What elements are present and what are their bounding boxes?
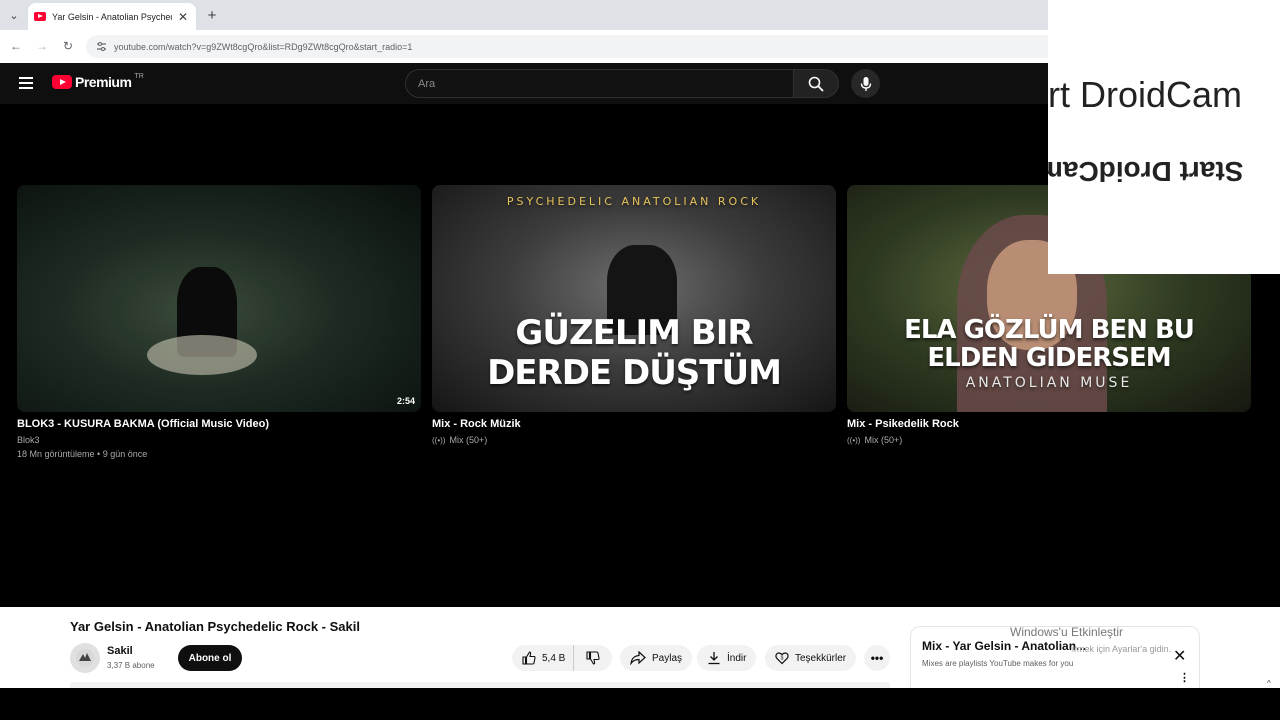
video-info-section: Yar Gelsin - Anatolian Psychedelic Rock … [0, 607, 1280, 688]
logo-text: Premium [75, 74, 132, 90]
reload-icon: ↻ [62, 39, 74, 53]
mix-meta-text: Mix (50+) [449, 435, 488, 445]
windows-activation-title: Windows'u Etkinleştir [1010, 625, 1123, 639]
download-icon [708, 652, 720, 665]
thumbnail-caption: PSYCHEDELIC ANATOLIAN ROCK [506, 195, 762, 208]
suggestion-card[interactable]: PSYCHEDELIC ANATOLIAN ROCK GÜZELIM BIR D… [432, 185, 836, 445]
like-dislike-group: 5,4 B [512, 645, 612, 671]
tab-search-button[interactable]: ⌄ [4, 5, 24, 25]
droidcam-overlay: art DroidCam Start DroidCam [1048, 0, 1280, 274]
video-title: Yar Gelsin - Anatolian Psychedelic Rock … [70, 619, 360, 634]
mix-title[interactable]: Mix - Psikedelik Rock [847, 418, 1251, 430]
search-box [405, 69, 794, 98]
like-count: 5,4 B [542, 652, 566, 664]
mix-panel-subtitle: Mixes are playlists YouTube makes for yo… [922, 659, 1074, 668]
search-icon [808, 76, 824, 91]
share-icon [630, 651, 646, 665]
thumbnail-text-line-2: DERDE DÜŞTÜM [487, 353, 782, 393]
super-thanks-icon: $ [775, 652, 789, 665]
browser-toolbar: ← → ↻ youtube.com/watch?v=g9ZWt8cgQro&li… [0, 30, 1048, 63]
arrow-right-icon: → [36, 39, 48, 53]
video-thumbnail[interactable]: 2:54 [17, 185, 421, 412]
screen: ⌄ Yar Gelsin - Anatolian Psychede ✕ + ← … [0, 0, 1280, 720]
new-tab-button[interactable]: + [203, 6, 221, 24]
download-button[interactable]: İndir [697, 645, 757, 671]
broadcast-icon: ((•)) [847, 435, 861, 445]
thumbs-down-icon [586, 651, 600, 665]
search-input[interactable] [418, 77, 793, 90]
broadcast-icon: ((•)) [432, 435, 446, 445]
video-duration: 2:54 [396, 396, 415, 406]
channel-name[interactable]: Blok3 [17, 435, 421, 445]
thanks-label: Teşekkürler [795, 652, 847, 664]
plus-icon: + [207, 6, 217, 24]
more-horizontal-icon: ••• [870, 651, 884, 665]
browser-tab-active[interactable]: Yar Gelsin - Anatolian Psychede ✕ [28, 3, 196, 30]
youtube-header: Premium TR [0, 63, 1048, 104]
caret-up-icon: ^ [1267, 679, 1271, 688]
thumbs-up-icon [522, 651, 536, 665]
back-button[interactable]: ← [8, 38, 24, 54]
youtube-favicon-icon [34, 12, 46, 21]
suggestion-card[interactable]: 2:54 BLOK3 - KUSURA BAKMA (Official Musi… [17, 185, 421, 459]
avatar-logo-icon [76, 649, 94, 667]
mix-meta: ((•)) Mix (50+) [847, 435, 1251, 445]
share-button[interactable]: Paylaş [620, 645, 693, 671]
url-text: youtube.com/watch?v=g9ZWt8cgQro&list=RDg… [114, 41, 413, 52]
site-info-icon[interactable] [96, 41, 108, 53]
channel-name[interactable]: Sakil [107, 645, 133, 657]
forward-button[interactable]: → [34, 38, 50, 54]
logo-country-code: TR [134, 72, 144, 80]
browser-window-chrome: ⌄ Yar Gelsin - Anatolian Psychede ✕ + ← … [0, 0, 1048, 63]
mix-thumbnail[interactable]: PSYCHEDELIC ANATOLIAN ROCK GÜZELIM BIR D… [432, 185, 836, 412]
droidcam-mirrored-text: Start DroidCam [1048, 156, 1244, 187]
droidcam-text: art DroidCam [1048, 74, 1243, 115]
youtube-play-icon [52, 75, 72, 89]
arrow-left-icon: ← [10, 39, 22, 53]
tab-title: Yar Gelsin - Anatolian Psychede [52, 11, 172, 22]
video-meta: 18 Mn görüntüleme • 9 gün önce [17, 449, 148, 459]
close-icon[interactable]: ✕ [176, 10, 190, 24]
more-vertical-icon[interactable]: ⋮ [1179, 671, 1190, 684]
youtube-premium-logo[interactable]: Premium TR [52, 72, 144, 90]
thumbnail-text-line-1: ELA GÖZLÜM BEN BU [904, 315, 1195, 345]
close-icon[interactable]: ✕ [1173, 646, 1186, 666]
like-button[interactable]: 5,4 B [512, 645, 574, 671]
subscribe-button[interactable]: Abone ol [178, 645, 242, 671]
share-label: Paylaş [652, 652, 683, 664]
more-actions-button[interactable]: ••• [864, 645, 890, 671]
svg-text:$: $ [781, 656, 784, 662]
menu-icon[interactable] [19, 77, 33, 89]
mix-title[interactable]: Mix - Rock Müzik [432, 418, 836, 430]
channel-avatar[interactable] [70, 643, 100, 673]
address-bar[interactable]: youtube.com/watch?v=g9ZWt8cgQro&list=RDg… [86, 35, 1048, 58]
thumbnail-table [147, 335, 257, 375]
mix-meta-text: Mix (50+) [864, 435, 903, 445]
thumbnail-text-line-1: GÜZELIM BIR [515, 313, 753, 353]
microphone-icon [860, 76, 871, 91]
windows-activation-subtitle: irmek için Ayarlar'a gidin. [1072, 644, 1172, 654]
subscriber-count: 3,37 B abone [107, 661, 155, 670]
thanks-button[interactable]: $ Teşekkürler [765, 645, 857, 671]
voice-search-button[interactable] [851, 69, 880, 98]
chevron-down-icon: ⌄ [9, 9, 19, 22]
video-title[interactable]: BLOK3 - KUSURA BAKMA (Official Music Vid… [17, 418, 421, 430]
screen-bottom-bar [0, 688, 1280, 720]
download-label: İndir [727, 652, 747, 664]
tab-strip: ⌄ Yar Gelsin - Anatolian Psychede ✕ + [0, 0, 1048, 30]
dislike-button[interactable] [574, 645, 612, 671]
mix-meta: ((•)) Mix (50+) [432, 435, 836, 445]
search-button[interactable] [793, 69, 839, 98]
thumbnail-text-line-3: ANATOLIAN MUSE [965, 375, 1133, 391]
thumbnail-text-line-2: ELDEN GIDERSEM [927, 343, 1171, 373]
reload-button[interactable]: ↻ [60, 38, 76, 54]
